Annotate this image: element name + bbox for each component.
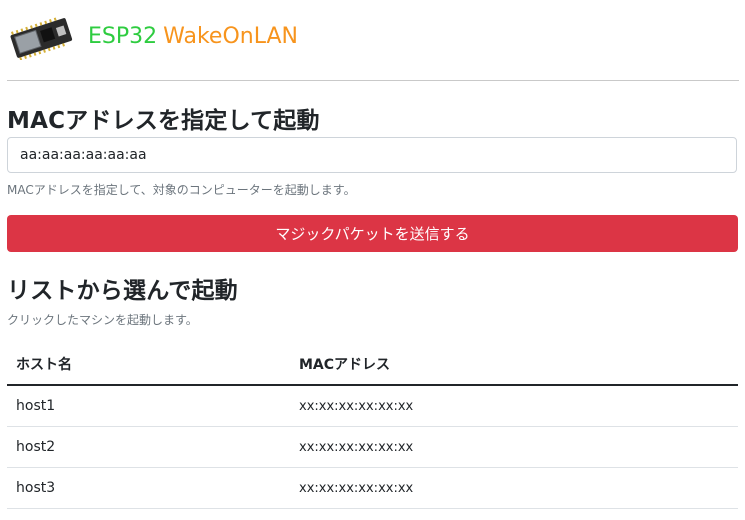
send-magic-packet-button[interactable]: マジックパケットを送信する xyxy=(7,215,738,252)
app-title: ESP32 WakeOnLAN xyxy=(88,26,298,48)
list-help-text: クリックしたマシンを起動します。 xyxy=(7,313,198,327)
esp32-board-icon xyxy=(6,14,76,61)
app-title-esp32: ESP32 xyxy=(88,24,158,49)
table-header-row: ホスト名 MACアドレス xyxy=(7,344,738,386)
host-table: ホスト名 MACアドレス host1 xx:xx:xx:xx:xx:xx hos… xyxy=(7,344,738,509)
host-name-cell[interactable]: host3 xyxy=(7,467,290,509)
app-title-wakeonlan: WakeOnLAN xyxy=(163,24,298,49)
column-header-mac: MACアドレス xyxy=(290,344,738,386)
host-name-cell[interactable]: host2 xyxy=(7,426,290,468)
table-row[interactable]: host2 xx:xx:xx:xx:xx:xx xyxy=(7,426,738,468)
list-section-title: リストから選んで起動 xyxy=(7,278,238,304)
header: ESP32 WakeOnLAN xyxy=(6,12,298,62)
mac-address-cell[interactable]: xx:xx:xx:xx:xx:xx xyxy=(290,426,738,468)
header-divider xyxy=(7,80,739,81)
mac-address-cell[interactable]: xx:xx:xx:xx:xx:xx xyxy=(290,467,738,509)
mac-section-title: MACアドレスを指定して起動 xyxy=(7,108,320,134)
mac-address-input[interactable] xyxy=(7,137,737,173)
host-name-cell[interactable]: host1 xyxy=(7,385,290,427)
mac-help-text: MACアドレスを指定して、対象のコンピューターを起動します。 xyxy=(7,183,356,197)
table-row[interactable]: host1 xx:xx:xx:xx:xx:xx xyxy=(7,385,738,427)
table-row[interactable]: host3 xx:xx:xx:xx:xx:xx xyxy=(7,467,738,509)
mac-address-cell[interactable]: xx:xx:xx:xx:xx:xx xyxy=(290,385,738,427)
column-header-hostname: ホスト名 xyxy=(7,344,290,386)
